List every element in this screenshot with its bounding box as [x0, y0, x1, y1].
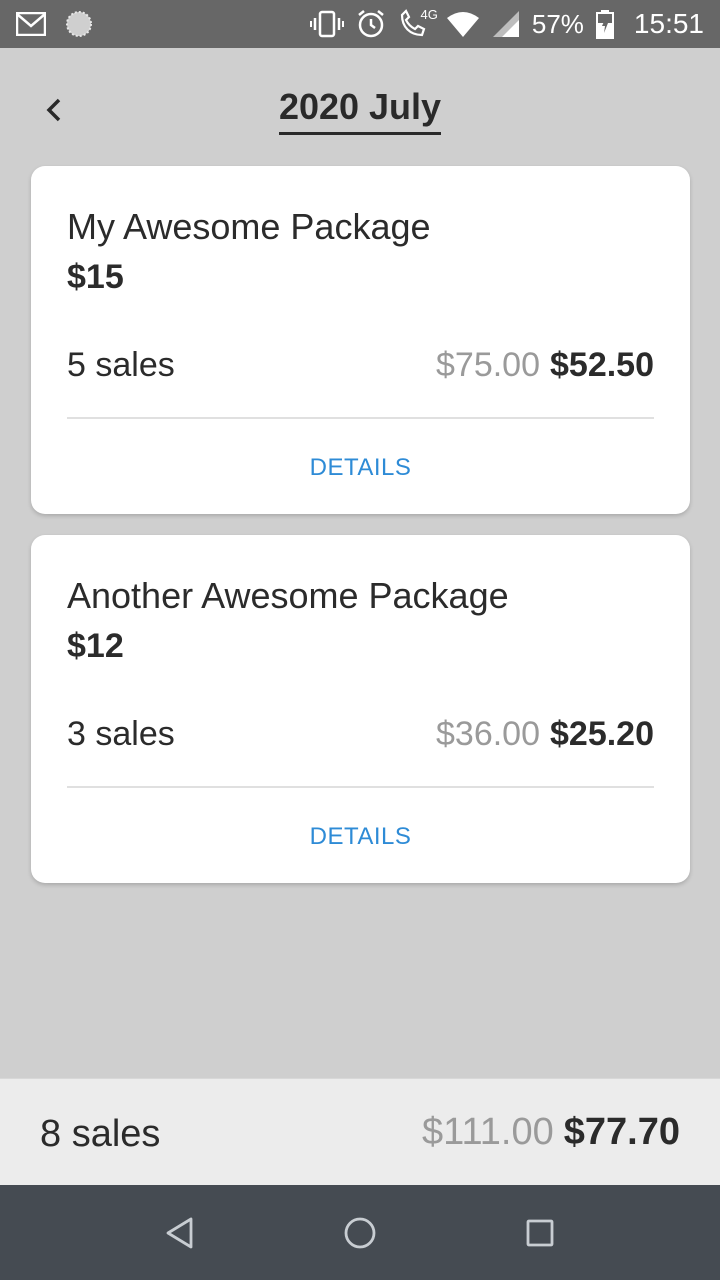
details-button[interactable]: DETAILS — [31, 823, 690, 851]
nav-home-button[interactable] — [330, 1203, 390, 1263]
net-amount: $52.50 — [550, 346, 654, 384]
summary-footer: 8 sales $111.00 $77.70 — [0, 1078, 720, 1185]
nav-back-button[interactable] — [150, 1203, 210, 1263]
volte-call-icon: 4G — [398, 7, 438, 39]
package-amounts: $36.00 $25.20 — [436, 715, 654, 754]
total-sales-count: 8 sales — [40, 1113, 161, 1155]
alarm-icon — [356, 9, 386, 39]
divider — [67, 786, 654, 788]
package-price: $12 — [67, 627, 124, 665]
package-card: Another Awesome Package $12 3 sales $36.… — [31, 535, 690, 883]
gross-amount: $36.00 — [436, 715, 540, 753]
net-amount: $25.20 — [550, 715, 654, 753]
status-bar: 4G 57% 15:51 — [0, 0, 720, 48]
package-amounts: $75.00 $52.50 — [436, 346, 654, 385]
network-type-label: 4G — [420, 7, 438, 22]
nav-recents-button[interactable] — [510, 1203, 570, 1263]
package-card: My Awesome Package $15 5 sales $75.00 $52… — [31, 166, 690, 514]
package-name: Another Awesome Package — [67, 575, 509, 616]
details-button[interactable]: DETAILS — [31, 454, 690, 482]
app-bar: 2020 July — [0, 48, 720, 158]
total-net-amount: $77.70 — [563, 1111, 680, 1153]
package-name: My Awesome Package — [67, 206, 431, 247]
divider — [67, 417, 654, 419]
battery-icon — [595, 9, 614, 39]
package-sales-count: 3 sales — [67, 715, 175, 753]
battery-percent: 57% — [531, 8, 584, 39]
gross-amount: $75.00 — [436, 346, 540, 384]
vibrate-icon — [309, 9, 344, 39]
signal-icon — [492, 10, 520, 38]
gmail-icon — [16, 12, 46, 36]
recents-square-icon — [526, 1219, 554, 1247]
home-circle-icon — [344, 1217, 376, 1249]
page-title[interactable]: 2020 July — [0, 86, 720, 135]
wifi-icon — [446, 10, 480, 38]
package-sales-count: 5 sales — [67, 346, 175, 384]
month-selector[interactable]: 2020 July — [278, 86, 442, 135]
back-triangle-icon — [166, 1217, 193, 1249]
loading-icon — [64, 9, 94, 39]
total-amounts: $111.00 $77.70 — [422, 1111, 680, 1154]
status-time: 15:51 — [633, 8, 704, 39]
system-nav-bar — [0, 1185, 720, 1280]
total-gross-amount: $111.00 — [422, 1111, 554, 1153]
package-price: $15 — [67, 258, 124, 296]
